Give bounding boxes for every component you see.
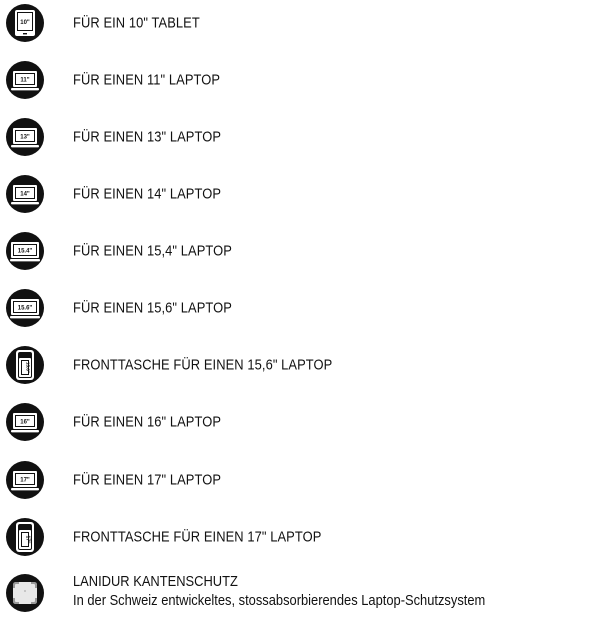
icon-badge: 17": [20, 477, 30, 483]
feature-row-tablet-10: 10" FÜR EIN 10" TABLET: [0, 0, 591, 51]
feature-row-laptop-15-4: 15.4" FÜR EINEN 15,4" LAPTOP: [0, 222, 591, 279]
feature-row-laptop-17: 17" FÜR EINEN 17" LAPTOP: [0, 451, 591, 508]
laptop-icon: 15.4": [5, 231, 45, 271]
lanidur-title: LANIDUR KANTENSCHUTZ: [73, 573, 238, 590]
lanidur-subtitle: In der Schweiz entwickeltes, stossabsorb…: [73, 592, 486, 609]
feature-row-laptop-13: 13" FÜR EINEN 13" LAPTOP: [0, 108, 591, 165]
laptop-icon: 15.6": [5, 288, 45, 328]
icon-badge: 17": [25, 535, 31, 544]
feature-label: FÜR EINEN 16" LAPTOP: [73, 413, 222, 430]
icon-badge: 15.6": [26, 362, 31, 373]
edge-protection-icon: [5, 573, 45, 613]
feature-label: FÜR EINEN 15,4" LAPTOP: [73, 242, 232, 259]
icon-badge: 15.6": [18, 305, 33, 311]
feature-label: FÜR EIN 10" TABLET: [73, 14, 200, 31]
feature-label: FRONTTASCHE FÜR EINEN 15,6" LAPTOP: [73, 356, 333, 373]
feature-row-laptop-11: 11" FÜR EINEN 11" LAPTOP: [0, 51, 591, 108]
icon-badge: 16": [20, 419, 30, 425]
feature-row-lanidur: LANIDUR KANTENSCHUTZ In der Schweiz entw…: [0, 565, 591, 625]
front-pocket-icon: 17": [5, 517, 45, 557]
feature-row-front-pocket-17: 17" FRONTTASCHE FÜR EINEN 17" LAPTOP: [0, 508, 591, 565]
feature-row-front-pocket-15-6: 15.6" FRONTTASCHE FÜR EINEN 15,6" LAPTOP: [0, 336, 591, 393]
laptop-icon: 11": [5, 60, 45, 100]
feature-label: FÜR EINEN 11" LAPTOP: [73, 71, 221, 88]
feature-row-laptop-15-6: 15.6" FÜR EINEN 15,6" LAPTOP: [0, 279, 591, 336]
feature-label: FÜR EINEN 14" LAPTOP: [73, 185, 222, 202]
icon-badge: 15.4": [18, 248, 33, 254]
laptop-icon: 17": [5, 460, 45, 500]
icon-badge: 11": [20, 77, 29, 83]
icon-badge: 10": [20, 20, 30, 26]
feature-label: FÜR EINEN 13" LAPTOP: [73, 128, 222, 145]
feature-label: FÜR EINEN 17" LAPTOP: [73, 471, 222, 488]
feature-label: FÜR EINEN 15,6" LAPTOP: [73, 299, 232, 316]
laptop-icon: 14": [5, 174, 45, 214]
laptop-icon: 13": [5, 117, 45, 157]
feature-label: FRONTTASCHE FÜR EINEN 17" LAPTOP: [73, 528, 322, 545]
laptop-icon: 16": [5, 402, 45, 442]
tablet-icon: 10": [5, 3, 45, 43]
front-pocket-icon: 15.6": [5, 345, 45, 385]
lanidur-text: LANIDUR KANTENSCHUTZ In der Schweiz entw…: [73, 572, 485, 610]
icon-badge: 13": [20, 134, 30, 140]
feature-row-laptop-16: 16" FÜR EINEN 16" LAPTOP: [0, 393, 591, 450]
icon-badge: 14": [20, 191, 30, 197]
feature-row-laptop-14: 14" FÜR EINEN 14" LAPTOP: [0, 165, 591, 222]
